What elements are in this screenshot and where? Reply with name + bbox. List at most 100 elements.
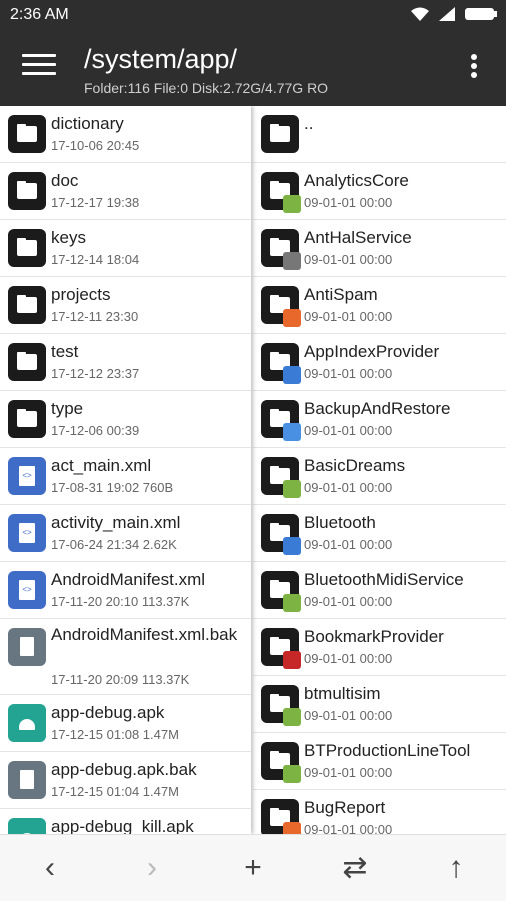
- item-name: doc: [51, 171, 79, 190]
- item-name: app-debug.apk: [51, 703, 165, 722]
- battery-icon: [465, 8, 497, 20]
- list-item[interactable]: BluetoothMidiService 09-01-01 00:00: [253, 562, 506, 619]
- app-badge-icon: [283, 309, 301, 327]
- folder-icon: [8, 343, 46, 381]
- item-name: AntiSpam: [304, 285, 378, 304]
- list-item[interactable]: Bluetooth 09-01-01 00:00: [253, 505, 506, 562]
- item-name: BugReport: [304, 798, 386, 817]
- wifi-icon: [411, 7, 429, 21]
- list-item[interactable]: dictionary 17-10-06 20:45: [0, 106, 251, 163]
- item-meta: 17-12-12 23:37: [51, 366, 140, 381]
- item-meta: 09-01-01 00:00: [304, 480, 393, 495]
- forward-button[interactable]: ›: [132, 849, 172, 889]
- item-name: ..: [304, 114, 314, 133]
- item-name: projects: [51, 285, 111, 304]
- item-name: AppIndexProvider: [304, 342, 440, 361]
- xml-file-icon: [8, 457, 46, 495]
- item-meta: 09-01-01 00:00: [304, 423, 393, 438]
- item-name: btmultisim: [304, 684, 381, 703]
- folder-icon: [8, 115, 46, 153]
- item-name: AnalyticsCore: [304, 171, 409, 190]
- file-file-icon: [8, 628, 46, 666]
- list-item[interactable]: ..: [253, 106, 506, 163]
- item-meta: 17-12-06 00:39: [51, 423, 140, 438]
- left-pane[interactable]: dictionary 17-10-06 20:45 doc 17-12-17 19:3…: [0, 106, 251, 834]
- item-meta: 09-01-01 00:00: [304, 708, 393, 723]
- list-item[interactable]: keys 17-12-14 18:04: [0, 220, 251, 277]
- item-name: BTProductionLineTool: [304, 741, 471, 760]
- item-meta: 09-01-01 00:00: [304, 822, 393, 834]
- list-item[interactable]: type 17-12-06 00:39: [0, 391, 251, 448]
- list-item[interactable]: BugReport 09-01-01 00:00: [253, 790, 506, 834]
- item-name: activity_main.xml: [51, 513, 181, 532]
- item-meta: 17-11-20 20:09 113.37K: [51, 672, 190, 687]
- list-item[interactable]: app-debug_kill.apk: [0, 809, 251, 834]
- item-name: keys: [51, 228, 86, 247]
- item-meta: 17-12-17 19:38: [51, 195, 140, 210]
- list-item[interactable]: doc 17-12-17 19:38: [0, 163, 251, 220]
- item-name: AndroidManifest.xml: [51, 570, 206, 589]
- menu-icon[interactable]: [22, 54, 56, 82]
- item-name: AndroidManifest.xml.bak: [51, 625, 238, 644]
- item-meta: 17-12-11 23:30: [51, 309, 139, 324]
- list-item[interactable]: BasicDreams 09-01-01 00:00: [253, 448, 506, 505]
- list-item[interactable]: app-debug.apk.bak 17-12-15 01:04 1.47M: [0, 752, 251, 809]
- file-panes: dictionary 17-10-06 20:45 doc 17-12-17 19:3…: [0, 106, 506, 834]
- bottom-toolbar: ‹ › + ⇄ ↑: [0, 834, 506, 901]
- path-info: Folder:116 File:0 Disk:2.72G/4.77G RO: [84, 80, 329, 96]
- item-meta: 17-12-14 18:04: [51, 252, 140, 267]
- item-meta: 09-01-01 00:00: [304, 195, 393, 210]
- list-item[interactable]: test 17-12-12 23:37: [0, 334, 251, 391]
- list-item[interactable]: act_main.xml 17-08-31 19:02 760B: [0, 448, 251, 505]
- right-pane[interactable]: .. AnalyticsCore 09-01-01 00:00 AntHalServi…: [253, 106, 506, 834]
- app-badge-icon: [283, 423, 301, 441]
- item-name: test: [51, 342, 79, 361]
- item-meta: 09-01-01 00:00: [304, 594, 393, 609]
- folder-icon: [8, 229, 46, 267]
- list-item[interactable]: AppIndexProvider 09-01-01 00:00: [253, 334, 506, 391]
- add-button[interactable]: +: [233, 849, 273, 889]
- app-badge-icon: [283, 252, 301, 270]
- list-item[interactable]: BackupAndRestore 09-01-01 00:00: [253, 391, 506, 448]
- app-badge-icon: [283, 366, 301, 384]
- list-item[interactable]: AntiSpam 09-01-01 00:00: [253, 277, 506, 334]
- item-name: dictionary: [51, 114, 124, 133]
- item-meta: 17-08-31 19:02 760B: [51, 480, 174, 495]
- item-meta: 17-06-24 21:34 2.62K: [51, 537, 177, 552]
- list-item[interactable]: AntHalService 09-01-01 00:00: [253, 220, 506, 277]
- item-meta: 09-01-01 00:00: [304, 309, 393, 324]
- list-item[interactable]: AndroidManifest.xml.bak 17-11-20 20:09 11…: [0, 619, 251, 695]
- app-badge-icon: [283, 822, 301, 834]
- list-item[interactable]: AndroidManifest.xml 17-11-20 20:10 113.37…: [0, 562, 251, 619]
- list-item[interactable]: AnalyticsCore 09-01-01 00:00: [253, 163, 506, 220]
- folder-icon: [261, 115, 299, 153]
- folder-icon: [8, 400, 46, 438]
- item-name: Bluetooth: [304, 513, 376, 532]
- item-meta: 17-11-20 20:10 113.37K: [51, 594, 190, 609]
- list-item[interactable]: btmultisim 09-01-01 00:00: [253, 676, 506, 733]
- apk-file-icon: [8, 818, 46, 834]
- app-badge-icon: [283, 708, 301, 726]
- parent-folder-button[interactable]: ↑: [436, 849, 476, 889]
- swap-panes-button[interactable]: ⇄: [335, 849, 375, 889]
- more-options-icon[interactable]: [470, 54, 478, 82]
- apk-file-icon: [8, 704, 46, 742]
- app-badge-icon: [283, 537, 301, 555]
- item-meta: 17-12-15 01:04 1.47M: [51, 784, 179, 799]
- app-badge-icon: [283, 651, 301, 669]
- status-icons: [410, 6, 498, 22]
- back-button[interactable]: ‹: [30, 849, 70, 889]
- status-time: 2:36 AM: [10, 6, 69, 23]
- list-item[interactable]: app-debug.apk 17-12-15 01:08 1.47M: [0, 695, 251, 752]
- app-bar: /system/app/ Folder:116 File:0 Disk:2.72…: [0, 30, 506, 106]
- folder-icon: [8, 286, 46, 324]
- app-badge-icon: [283, 480, 301, 498]
- list-item[interactable]: BookmarkProvider 09-01-01 00:00: [253, 619, 506, 676]
- list-item[interactable]: projects 17-12-11 23:30: [0, 277, 251, 334]
- xml-file-icon: [8, 571, 46, 609]
- list-item[interactable]: activity_main.xml 17-06-24 21:34 2.62K: [0, 505, 251, 562]
- page-title: /system/app/: [84, 44, 238, 74]
- apkbak-file-icon: [8, 761, 46, 799]
- list-item[interactable]: BTProductionLineTool 09-01-01 00:00: [253, 733, 506, 790]
- status-bar: 2:36 AM: [0, 0, 506, 30]
